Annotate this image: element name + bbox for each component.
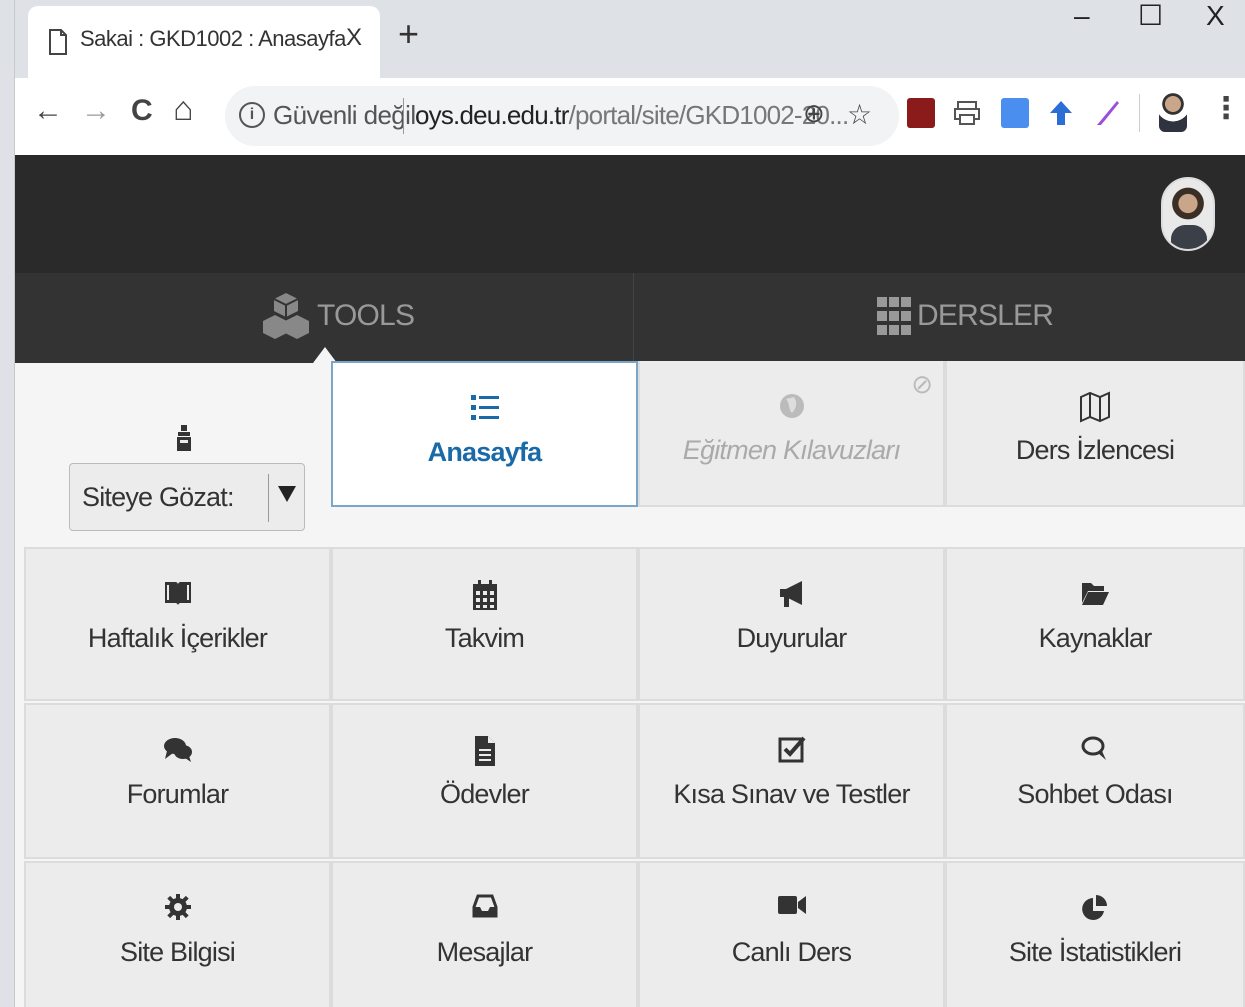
tool-label: Ders İzlencesi	[1015, 435, 1175, 465]
tool-egitmen-kilavuzlari[interactable]: ⊘ Eğitmen Kılavuzları	[638, 361, 945, 507]
tool-label: Duyurular	[736, 623, 848, 653]
tool-anasayfa[interactable]: Anasayfa	[331, 361, 638, 507]
file-icon	[474, 736, 495, 766]
accessibility-icon	[177, 425, 191, 451]
tool-label: Eğitmen Kılavuzları	[682, 435, 901, 465]
pdf-extension-icon[interactable]	[907, 98, 935, 128]
tool-label: Mesajlar	[436, 937, 533, 967]
cubes-icon	[263, 293, 309, 339]
book-icon	[164, 582, 191, 605]
minimize-button[interactable]: –	[1074, 2, 1090, 30]
dersler-nav-tab[interactable]: DERSLER	[635, 273, 1245, 363]
pen-extension-icon[interactable]	[1093, 98, 1121, 128]
omnibox-divider	[403, 98, 404, 134]
tool-label: Kaynaklar	[1038, 623, 1153, 653]
tools-nav-label: TOOLS	[317, 299, 415, 332]
tool-forumlar[interactable]: Forumlar	[24, 703, 331, 859]
translate-extension-icon[interactable]	[1001, 98, 1029, 128]
tool-label: Kısa Sınav ve Testler	[673, 779, 910, 809]
reload-button[interactable]: C	[131, 96, 153, 126]
upload-extension-icon[interactable]	[1047, 98, 1075, 128]
back-button[interactable]: ←	[33, 96, 63, 126]
close-window-button[interactable]: X	[1206, 2, 1225, 30]
calendar-icon	[472, 580, 497, 610]
address-bar[interactable]: i Güvenli değil oys.deu.edu.tr/portal/si…	[225, 86, 899, 146]
tool-odevler[interactable]: Ödevler	[331, 703, 638, 859]
browser-tab-strip: Sakai : GKD1002 : Anasayfa X + – ☐ X	[0, 0, 1245, 78]
tool-label: Sohbet Odası	[1017, 779, 1173, 809]
site-browse-select[interactable]: Siteye Gözat:	[69, 463, 305, 531]
comments-icon	[163, 738, 192, 762]
page-icon	[49, 29, 67, 55]
tool-label: Anasayfa	[427, 437, 542, 467]
tool-canli-ders[interactable]: Canlı Ders	[638, 861, 945, 1007]
portal-nav-bar: TOOLS DERSLER	[15, 273, 1245, 363]
gear-icon	[164, 894, 191, 920]
maximize-button[interactable]: ☐	[1138, 2, 1163, 30]
security-label: Güvenli değil	[273, 100, 416, 130]
pie-chart-icon	[1082, 895, 1107, 920]
tool-takvim[interactable]: Takvim	[331, 547, 638, 701]
bookmark-star-icon[interactable]: ☆	[847, 98, 872, 131]
site-browse-area: Siteye Gözat:	[25, 363, 331, 547]
tools-nav-tab[interactable]: TOOLS	[15, 273, 634, 363]
portal-header	[15, 155, 1245, 273]
info-icon[interactable]: i	[239, 102, 265, 128]
tool-label: Ödevler	[440, 779, 530, 809]
tool-kaynaklar[interactable]: Kaynaklar	[945, 547, 1245, 701]
tool-label: Haftalık İçerikler	[87, 623, 268, 653]
grid-icon	[877, 297, 911, 335]
tool-mesajlar[interactable]: Mesajlar	[331, 861, 638, 1007]
browser-tab[interactable]: Sakai : GKD1002 : Anasayfa X	[28, 6, 380, 78]
dersler-nav-label: DERSLER	[917, 299, 1054, 332]
window-left-border	[0, 0, 15, 1007]
tool-label: Site İstatistikleri	[1008, 937, 1182, 967]
tool-label: Takvim	[444, 623, 525, 653]
tool-label: Site Bilgisi	[120, 937, 236, 967]
browser-toolbar: ← → C ⌂ i Güvenli değil oys.deu.edu.tr/p…	[15, 78, 1245, 154]
home-button[interactable]: ⌂	[173, 92, 194, 126]
tab-close-button[interactable]: X	[346, 24, 362, 52]
dropdown-arrow-icon[interactable]	[278, 486, 296, 502]
map-icon	[1080, 391, 1110, 423]
zoom-icon[interactable]: ⊕	[803, 98, 825, 129]
list-icon	[470, 395, 499, 420]
toolbar-divider	[1139, 94, 1140, 132]
tools-panel: Siteye Gözat: Anasayfa ⊘ Eğitmen Kılavuz…	[15, 361, 1245, 1007]
tool-haftalik-icerikler[interactable]: Haftalık İçerikler	[24, 547, 331, 701]
chat-icon	[1081, 736, 1106, 760]
globe-icon	[779, 394, 804, 418]
forward-button[interactable]: →	[81, 96, 111, 126]
checkbox-icon	[778, 736, 806, 763]
profile-icon[interactable]	[1159, 92, 1187, 132]
print-extension-icon[interactable]	[953, 98, 981, 128]
tab-title: Sakai : GKD1002 : Anasayfa	[80, 26, 346, 51]
folder-open-icon	[1082, 583, 1109, 605]
browser-menu-icon[interactable]: ⋮	[1211, 94, 1241, 124]
site-browse-label: Siteye Gözat:	[82, 482, 234, 512]
url-text[interactable]: oys.deu.edu.tr/portal/site/GKD1002-20...	[415, 100, 849, 131]
new-tab-button[interactable]: +	[398, 16, 419, 52]
inbox-icon	[472, 894, 497, 918]
tool-site-bilgisi[interactable]: Site Bilgisi	[24, 861, 331, 1007]
video-camera-icon	[777, 896, 806, 914]
select-divider	[268, 474, 269, 522]
tool-label: Forumlar	[126, 779, 229, 809]
megaphone-icon	[779, 581, 802, 607]
user-avatar[interactable]	[1161, 177, 1215, 251]
tool-kisa-sinav[interactable]: Kısa Sınav ve Testler	[638, 703, 945, 859]
tool-duyurular[interactable]: Duyurular	[638, 547, 945, 701]
tool-label: Canlı Ders	[731, 937, 852, 967]
tool-site-istatistikleri[interactable]: Site İstatistikleri	[945, 861, 1245, 1007]
tool-sohbet-odasi[interactable]: Sohbet Odası	[945, 703, 1245, 859]
tool-ders-izlencesi[interactable]: Ders İzlencesi	[945, 361, 1245, 507]
